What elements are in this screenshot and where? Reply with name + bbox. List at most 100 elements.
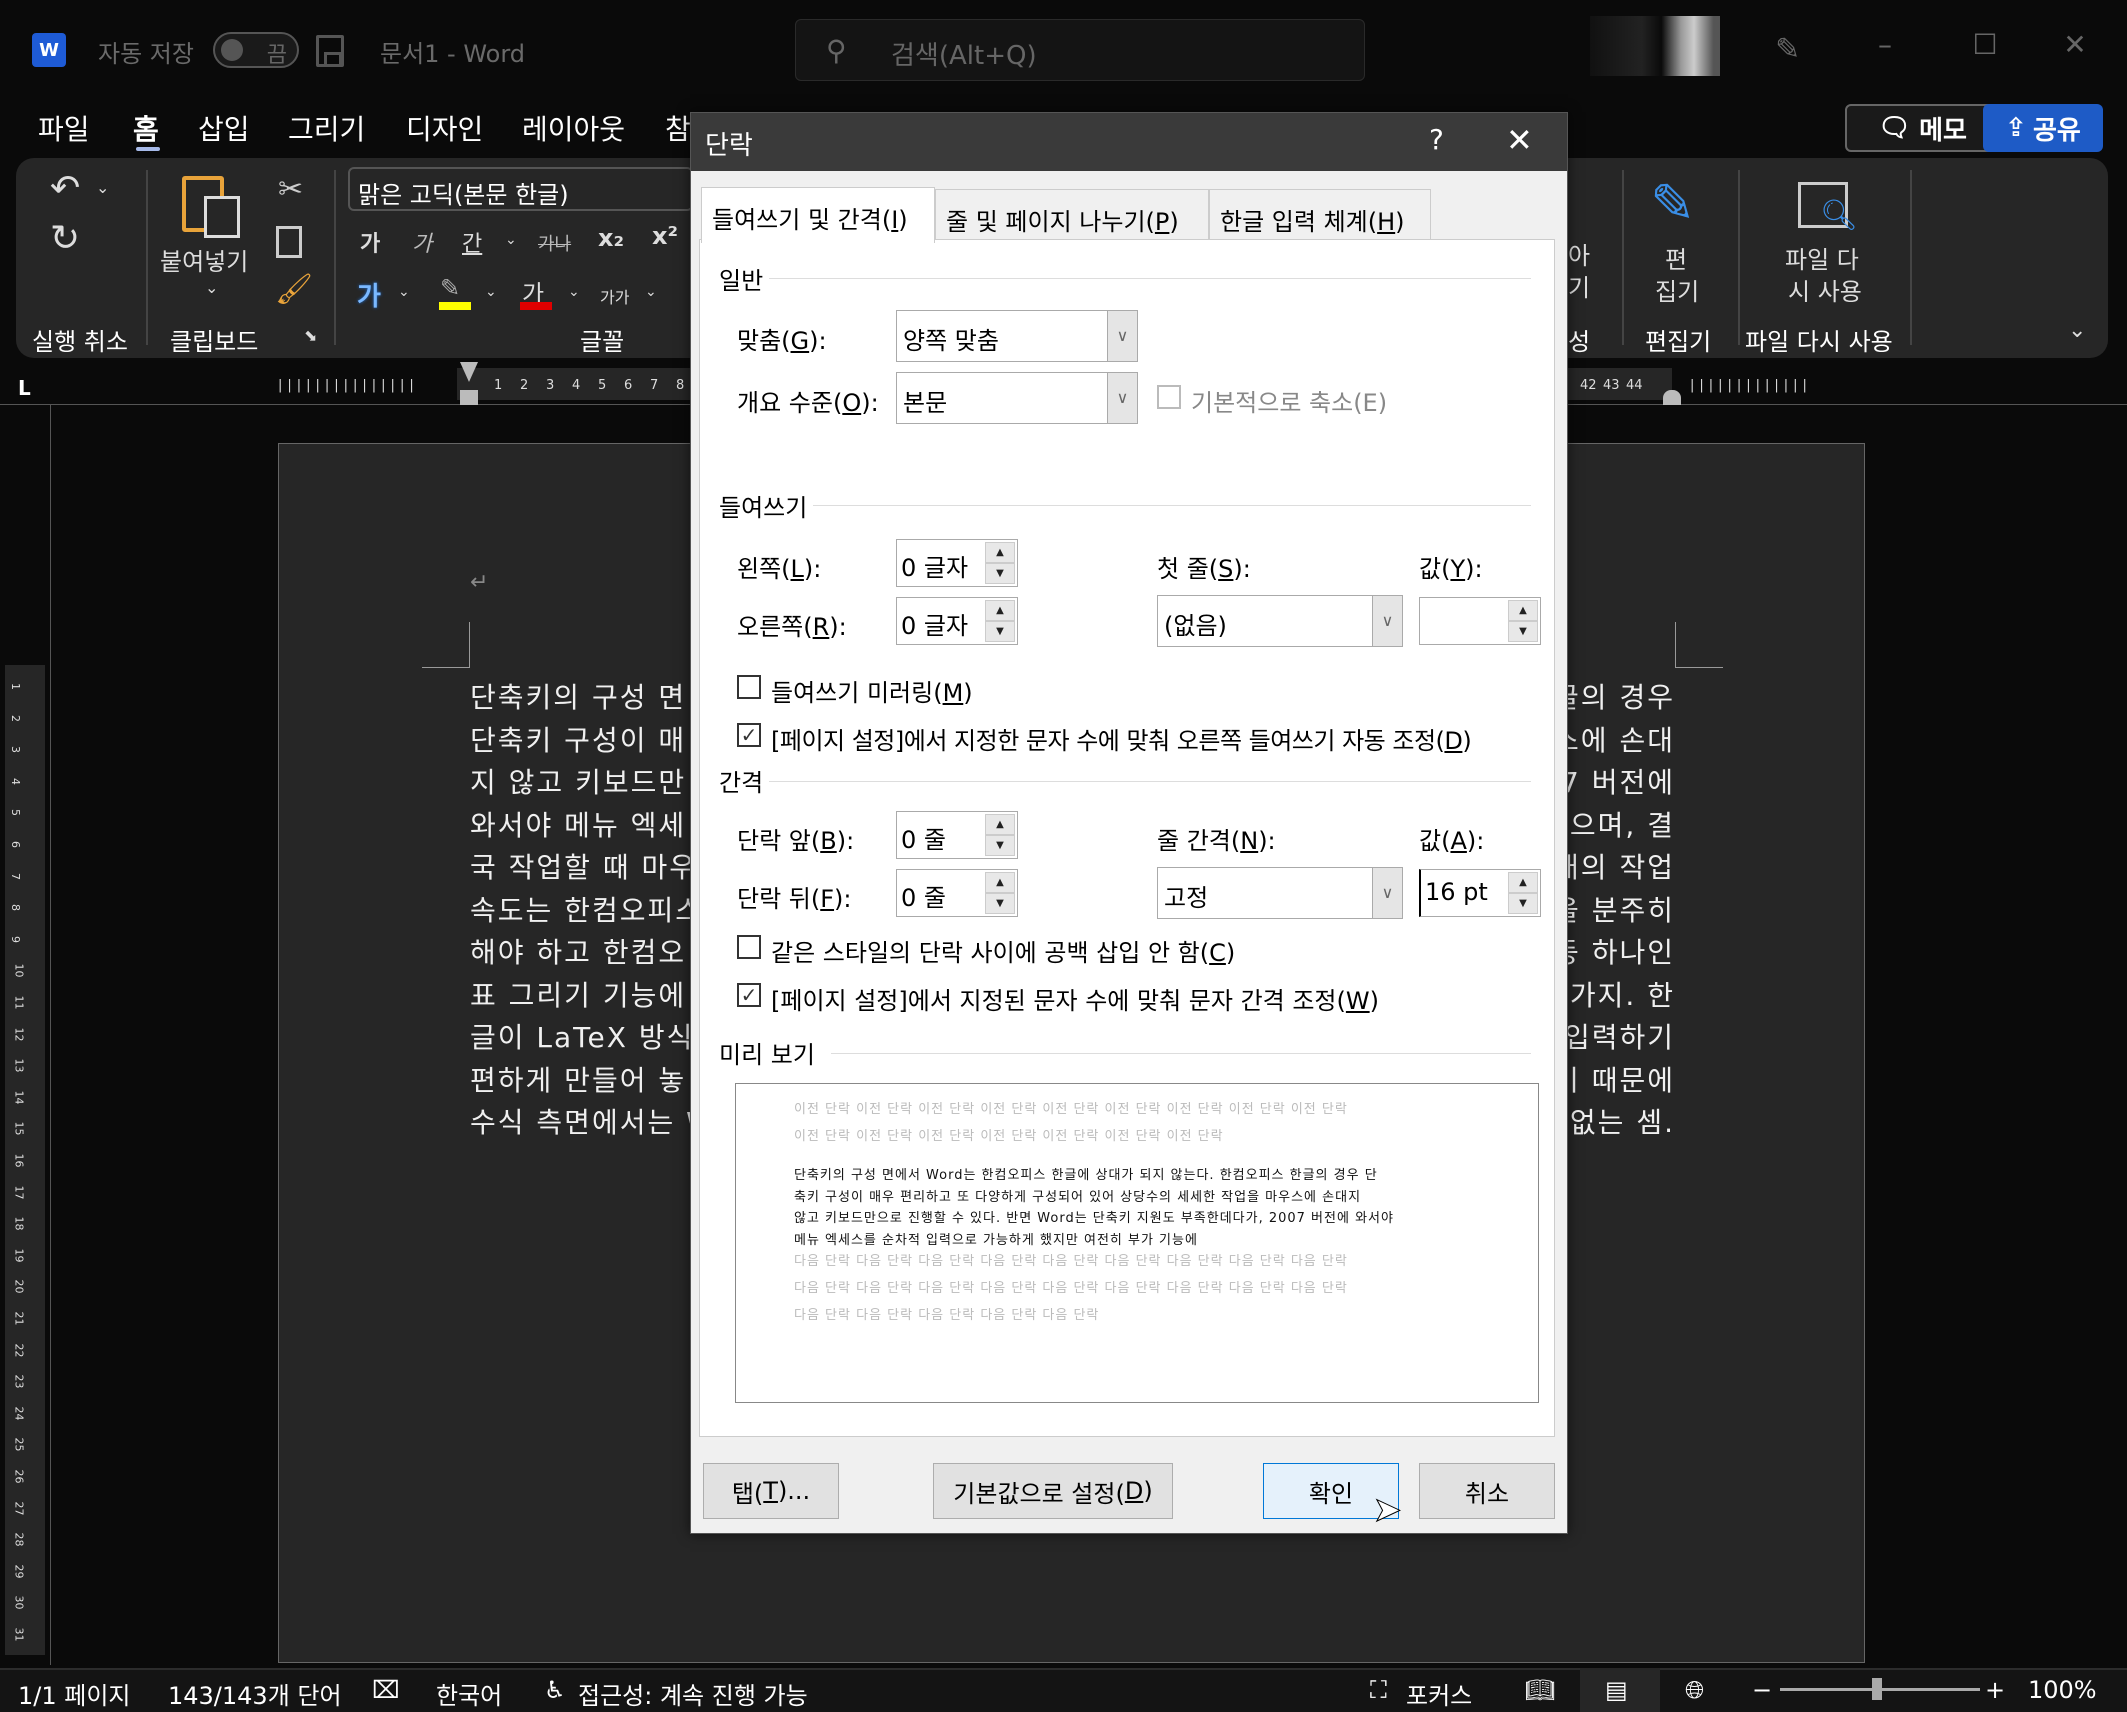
dialog-close-button[interactable]: ✕ — [1506, 121, 1533, 159]
autosave-toggle[interactable]: 끔 — [213, 32, 299, 68]
change-case-button[interactable]: 가가 — [600, 284, 629, 308]
set-default-button[interactable]: 기본값으로 설정(D) — [933, 1463, 1173, 1519]
paste-label[interactable]: 붙여넣기 — [160, 242, 248, 277]
tab-asian-typography[interactable]: 한글 입력 체계(H) — [1209, 189, 1431, 241]
underline-button[interactable]: 간 — [462, 226, 482, 258]
undo-icon[interactable]: ↶ — [50, 168, 80, 209]
spin-up-icon[interactable]: ▲ — [985, 872, 1015, 893]
strikethrough-button[interactable]: 가나 — [538, 230, 571, 256]
partial-ribbon-button[interactable]: 아 기 — [1568, 240, 1590, 304]
collapse-ribbon-icon[interactable]: ⌄ — [2068, 318, 2086, 343]
spin-up-icon[interactable]: ▲ — [1508, 872, 1538, 893]
italic-button[interactable]: 가 — [412, 226, 432, 258]
cut-icon[interactable]: ✂ — [278, 172, 303, 207]
text-effects-button[interactable]: 가 — [357, 276, 381, 313]
undo-dropdown-icon[interactable]: ⌄ — [96, 178, 109, 197]
tab-line-page-breaks[interactable]: 줄 및 페이지 나누기(P) — [935, 189, 1209, 241]
underline-dropdown-icon[interactable]: ⌄ — [505, 232, 517, 248]
left-indent-spinner[interactable]: 0 글자 ▲ ▼ — [896, 539, 1018, 587]
help-button[interactable]: ? — [1429, 123, 1444, 156]
comments-button[interactable]: 🗨 메모 — [1845, 104, 2000, 152]
mirror-indents-checkbox[interactable] — [737, 675, 761, 699]
zoom-in-button[interactable]: + — [1985, 1676, 2005, 1704]
format-painter-icon[interactable]: 🖌 — [275, 272, 313, 307]
proofing-icon[interactable]: ⌧ — [372, 1676, 400, 1704]
accessibility-icon[interactable]: ♿ — [544, 1676, 566, 1704]
editor-icon[interactable]: ✎ — [1650, 172, 1695, 235]
focus-mode-button[interactable]: 포커스 — [1406, 1676, 1472, 1711]
zoom-out-button[interactable]: − — [1752, 1676, 1772, 1704]
tab-indents-spacing[interactable]: 들여쓰기 및 간격(I) — [701, 187, 935, 243]
share-button[interactable]: ⇪ 공유 — [1983, 104, 2103, 152]
print-layout-icon[interactable]: ▤ — [1605, 1676, 1628, 1704]
maximize-button[interactable]: ☐ — [1960, 28, 2010, 68]
spin-down-icon[interactable]: ▼ — [985, 621, 1015, 642]
page-count[interactable]: 1/1 페이지 — [18, 1676, 131, 1711]
superscript-button[interactable]: x² — [652, 222, 678, 250]
read-mode-icon[interactable]: 📖︎ — [1525, 1676, 1555, 1704]
spin-up-icon[interactable]: ▲ — [985, 542, 1015, 563]
pen-icon[interactable]: ✎ — [1775, 32, 1800, 67]
search-input[interactable]: ⚲ 검색(Alt+Q) — [795, 19, 1365, 81]
spin-down-icon[interactable]: ▼ — [985, 893, 1015, 914]
line-spacing-select[interactable]: 고정 ∨ — [1157, 867, 1403, 919]
no-space-same-style-checkbox[interactable] — [737, 935, 761, 959]
space-after-spinner[interactable]: 0 줄 ▲ ▼ — [896, 869, 1018, 917]
editor-label-1[interactable]: 편 — [1665, 240, 1687, 275]
spin-up-icon[interactable]: ▲ — [985, 814, 1015, 835]
redo-icon[interactable]: ↻ — [50, 218, 80, 259]
by-spinner[interactable]: ▲ ▼ — [1419, 597, 1541, 645]
tab-insert[interactable]: 삽입 — [198, 108, 250, 148]
tab-design[interactable]: 디자인 — [406, 108, 483, 148]
editor-label-2[interactable]: 집기 — [1655, 272, 1699, 307]
right-indent-marker[interactable] — [1663, 390, 1681, 406]
highlight-dropdown-icon[interactable]: ⌄ — [485, 284, 497, 300]
spin-down-icon[interactable]: ▼ — [985, 835, 1015, 856]
right-indent-spinner[interactable]: 0 글자 ▲ ▼ — [896, 597, 1018, 645]
tab-home[interactable]: 홈 — [133, 108, 159, 148]
spin-down-icon[interactable]: ▼ — [985, 563, 1015, 584]
paste-dropdown-icon[interactable]: ⌄ — [205, 278, 218, 297]
spin-down-icon[interactable]: ▼ — [1508, 893, 1538, 914]
tab-draw[interactable]: 그리기 — [288, 108, 365, 148]
dialog-title-bar[interactable]: 단락 ? ✕ — [691, 113, 1567, 171]
spin-down-icon[interactable]: ▼ — [1508, 621, 1538, 642]
font-color-dropdown-icon[interactable]: ⌄ — [568, 284, 580, 300]
tab-references[interactable]: 참 — [665, 108, 691, 148]
first-line-select[interactable]: (없음) ∨ — [1157, 595, 1403, 647]
subscript-button[interactable]: x₂ — [598, 224, 624, 252]
reuse-label-1[interactable]: 파일 다 — [1785, 240, 1859, 275]
collapse-checkbox[interactable] — [1157, 385, 1181, 409]
focus-icon[interactable]: ⛶ — [1370, 1676, 1387, 1704]
tab-stop-selector[interactable]: L — [18, 376, 31, 400]
space-before-spinner[interactable]: 0 줄 ▲ ▼ — [896, 811, 1018, 859]
accessibility-status[interactable]: 접근성: 계속 진행 가능 — [578, 1676, 808, 1711]
auto-adjust-right-indent-checkbox[interactable]: ✓ — [737, 723, 761, 747]
font-name-combo[interactable]: 맑은 고딕(본문 한글) — [348, 167, 693, 211]
cancel-button[interactable]: 취소 — [1419, 1463, 1555, 1519]
bold-button[interactable]: 가 — [360, 226, 380, 258]
copy-icon[interactable] — [276, 226, 302, 258]
clipboard-launcher-icon[interactable]: ⬊ — [304, 326, 317, 345]
close-window-button[interactable]: ✕ — [2050, 28, 2100, 68]
spin-up-icon[interactable]: ▲ — [985, 600, 1015, 621]
spin-up-icon[interactable]: ▲ — [1508, 600, 1538, 621]
outline-level-select[interactable]: 본문 ∨ — [896, 372, 1138, 424]
save-icon[interactable] — [316, 35, 344, 67]
snap-to-grid-checkbox[interactable]: ✓ — [737, 983, 761, 1007]
change-case-dropdown-icon[interactable]: ⌄ — [645, 284, 657, 300]
minimize-button[interactable]: – — [1860, 28, 1910, 68]
account-avatar[interactable] — [1590, 16, 1720, 76]
language-indicator[interactable]: 한국어 — [436, 1676, 502, 1711]
web-layout-icon[interactable]: 🌐︎ — [1685, 1676, 1704, 1704]
highlight-icon[interactable]: ✎ — [440, 274, 460, 302]
text-effects-dropdown-icon[interactable]: ⌄ — [398, 284, 410, 300]
tab-file[interactable]: 파일 — [38, 108, 90, 148]
tab-layout[interactable]: 레이아웃 — [522, 108, 625, 148]
at-spinner[interactable]: 16 pt ▲ ▼ — [1419, 869, 1541, 917]
zoom-level[interactable]: 100% — [2028, 1676, 2097, 1704]
zoom-slider-thumb[interactable] — [1872, 1678, 1882, 1700]
tabs-button[interactable]: 탭(T)... — [703, 1463, 839, 1519]
alignment-select[interactable]: 양쪽 맞춤 ∨ — [896, 310, 1138, 362]
reuse-label-2[interactable]: 시 사용 — [1788, 272, 1862, 307]
